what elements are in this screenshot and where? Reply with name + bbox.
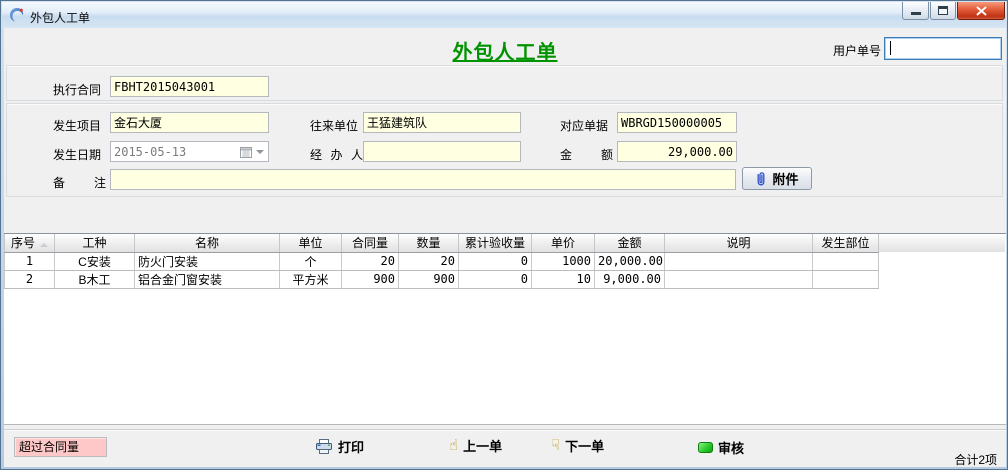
cell-unit[interactable]: 个 — [280, 252, 342, 270]
app-window: 外包人工单 外包人工单 用户单号 执行合同 发生项目 往来单位 对应单据 发生日… — [0, 0, 1008, 470]
detail-grid: 序号 工种 名称 单位 合同量 数量 累计验收量 单价 金额 说明 发生部位 1 — [4, 233, 1006, 425]
col-header-name[interactable]: 名称 — [135, 234, 280, 252]
cell-amount[interactable]: 9,000.00 — [595, 270, 665, 288]
footer-divider — [4, 429, 1006, 431]
cell-note[interactable] — [665, 252, 813, 270]
counterparty-label: 往来单位 — [310, 117, 358, 134]
cell-worktype[interactable]: C安装 — [55, 252, 135, 270]
paperclip-icon — [755, 171, 767, 187]
previous-order-label: 上一单 — [463, 436, 502, 455]
user-no-label: 用户单号 — [833, 42, 881, 59]
col-header-accepted-qty[interactable]: 累计验收量 — [459, 234, 532, 252]
handler-input[interactable] — [363, 141, 521, 162]
minimize-button[interactable] — [902, 2, 929, 20]
cell-qty[interactable]: 900 — [399, 270, 459, 288]
cell-unit-price[interactable]: 10 — [532, 270, 595, 288]
ref-doc-label: 对应单据 — [560, 117, 608, 134]
minimize-icon — [911, 12, 921, 15]
occur-date-picker[interactable]: 2015-05-13 — [110, 141, 269, 162]
user-no-input[interactable] — [884, 37, 1002, 60]
hand-up-icon: ☝ — [449, 438, 458, 453]
cell-name[interactable]: 铝合金门窗安装 — [135, 270, 280, 288]
maximize-icon — [938, 6, 948, 15]
total-count-label: 合计2项 — [954, 451, 997, 468]
close-button[interactable] — [957, 2, 1005, 20]
cell-accepted-qty[interactable]: 0 — [459, 270, 532, 288]
sort-asc-icon — [40, 243, 48, 247]
col-header-unit-price[interactable]: 单价 — [532, 234, 595, 252]
calendar-icon — [240, 146, 252, 158]
text-caret — [890, 41, 891, 55]
cell-qty[interactable]: 20 — [399, 252, 459, 270]
cell-contract-qty[interactable]: 20 — [342, 252, 399, 270]
col-header-location[interactable]: 发生部位 — [813, 234, 879, 252]
cell-seq[interactable]: 2 — [5, 270, 55, 288]
close-icon — [976, 6, 987, 16]
cell-contract-qty[interactable]: 900 — [342, 270, 399, 288]
ref-doc-input[interactable] — [617, 112, 737, 133]
remark-label: 备注 — [53, 174, 106, 191]
print-button[interactable]: 打印 — [316, 437, 364, 456]
audit-status-icon — [698, 442, 713, 453]
project-input[interactable] — [110, 112, 269, 133]
col-header-qty[interactable]: 数量 — [399, 234, 459, 252]
col-header-contract-qty[interactable]: 合同量 — [342, 234, 399, 252]
cell-filler — [879, 270, 1006, 288]
amount-label: 金额 — [560, 146, 613, 163]
occur-date-value: 2015-05-13 — [111, 145, 240, 159]
col-header-seq[interactable]: 序号 — [5, 234, 55, 252]
exec-contract-label: 执行合同 — [53, 81, 101, 98]
cell-amount[interactable]: 20,000.00 — [595, 252, 665, 270]
col-header-unit[interactable]: 单位 — [280, 234, 342, 252]
dropdown-arrow-icon[interactable] — [256, 150, 264, 154]
cell-note[interactable] — [665, 270, 813, 288]
exec-contract-input[interactable] — [110, 76, 269, 97]
audit-button[interactable]: 审核 — [698, 438, 744, 457]
attachment-button[interactable]: 附件 — [742, 167, 812, 190]
titlebar[interactable]: 外包人工单 — [2, 2, 1006, 28]
attachment-button-label: 附件 — [772, 169, 798, 188]
cell-location[interactable] — [813, 252, 879, 270]
printer-icon — [316, 439, 333, 454]
col-header-worktype[interactable]: 工种 — [55, 234, 135, 252]
table-row[interactable]: 1 C安装 防火门安装 个 20 20 0 1000 20,000.00 — [5, 252, 1006, 270]
amount-input[interactable] — [617, 141, 737, 162]
audit-button-label: 审核 — [718, 438, 744, 457]
handler-label: 经办人 — [310, 146, 363, 163]
cell-unit[interactable]: 平方米 — [280, 270, 342, 288]
hand-down-icon: ☟ — [551, 438, 560, 453]
print-button-label: 打印 — [338, 437, 364, 456]
table-row[interactable]: 2 B木工 铝合金门窗安装 平方米 900 900 0 10 9,000.00 — [5, 270, 1006, 288]
next-order-label: 下一单 — [565, 436, 604, 455]
remark-input[interactable] — [110, 169, 736, 190]
cell-worktype[interactable]: B木工 — [55, 270, 135, 288]
col-header-amount[interactable]: 金额 — [595, 234, 665, 252]
cell-name[interactable]: 防火门安装 — [135, 252, 280, 270]
cell-unit-price[interactable]: 1000 — [532, 252, 595, 270]
occur-date-label: 发生日期 — [53, 146, 101, 163]
col-header-filler — [879, 234, 1006, 252]
col-header-note[interactable]: 说明 — [665, 234, 813, 252]
cell-filler — [879, 252, 1006, 270]
status-badge: 超过合同量 — [14, 437, 107, 457]
app-logo-icon — [9, 7, 25, 23]
project-label: 发生项目 — [53, 117, 101, 134]
cell-seq[interactable]: 1 — [5, 252, 55, 270]
cell-location[interactable] — [813, 270, 879, 288]
counterparty-input[interactable] — [363, 112, 521, 133]
next-order-button[interactable]: ☟ 下一单 — [551, 436, 604, 455]
cell-accepted-qty[interactable]: 0 — [459, 252, 532, 270]
previous-order-button[interactable]: ☝ 上一单 — [449, 436, 502, 455]
grid-header-row: 序号 工种 名称 单位 合同量 数量 累计验收量 单价 金额 说明 发生部位 — [5, 234, 1006, 252]
maximize-button[interactable] — [930, 2, 956, 20]
window-title: 外包人工单 — [30, 9, 90, 26]
